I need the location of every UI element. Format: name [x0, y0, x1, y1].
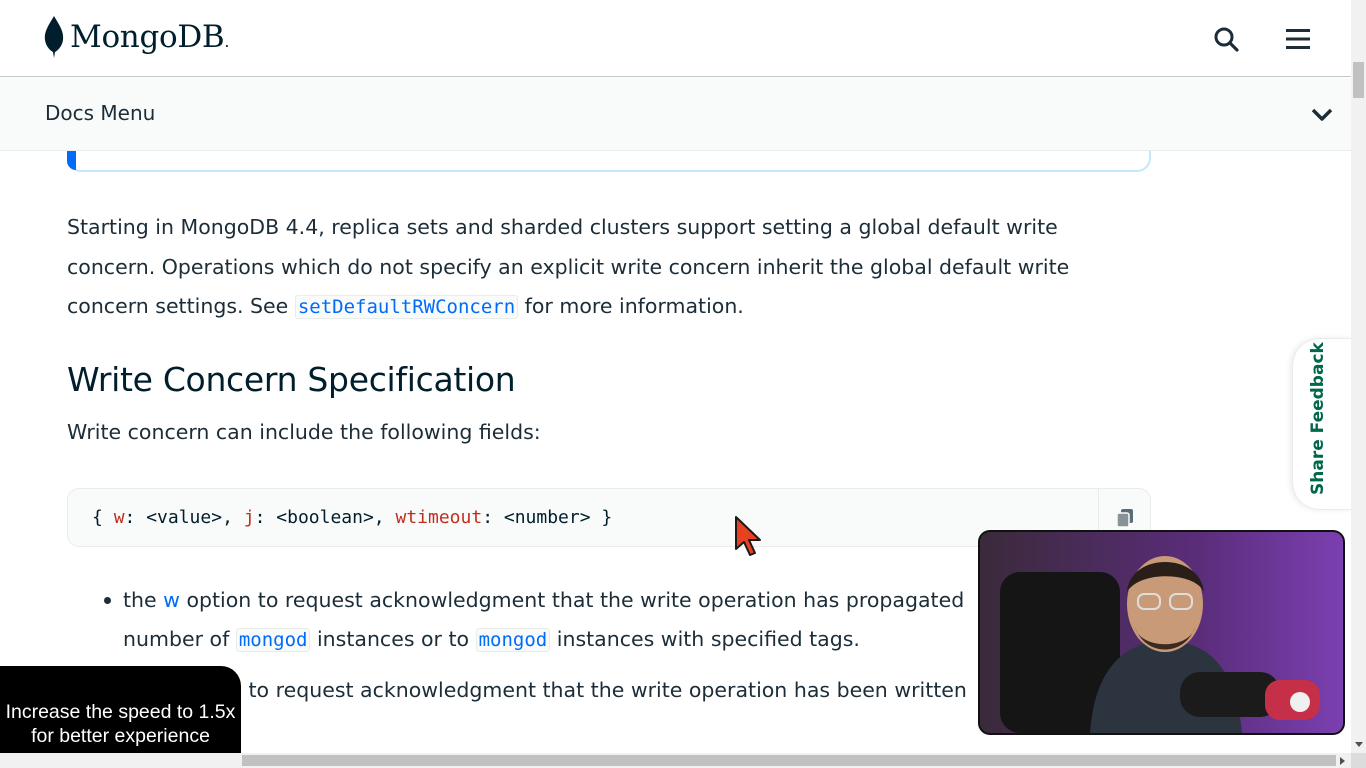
copy-icon[interactable]	[1114, 507, 1136, 529]
scroll-down-arrow-icon[interactable]	[1355, 742, 1363, 748]
list-item: the w option to request acknowledgment t…	[104, 581, 1004, 660]
share-feedback-label: Share Feedback	[1308, 342, 1328, 495]
horizontal-scrollbar[interactable]	[0, 753, 1351, 768]
docs-menu-label: Docs Menu	[45, 101, 156, 125]
scroll-right-arrow-icon[interactable]	[1340, 757, 1346, 765]
mouse-cursor-icon	[735, 516, 761, 556]
mongodb-logo[interactable]: MongoDB.	[44, 16, 230, 58]
callout-accent-bar	[67, 151, 76, 170]
presenter-video-frame	[980, 532, 1343, 733]
logo-wordmark: MongoDB.	[70, 19, 230, 55]
mongod-link[interactable]: mongod	[235, 628, 311, 652]
bullet-dot	[104, 597, 111, 604]
hamburger-menu-icon[interactable]	[1284, 25, 1312, 53]
vertical-scroll-thumb[interactable]	[1353, 62, 1364, 98]
mongod-link[interactable]: mongod	[475, 628, 551, 652]
docs-menu-bar[interactable]: Docs Menu	[0, 78, 1351, 151]
w-option-link[interactable]: w	[163, 588, 180, 612]
mongodb-leaf-icon	[44, 16, 64, 58]
share-feedback-tab[interactable]: Share Feedback	[1292, 338, 1352, 510]
horizontal-scroll-thumb[interactable]	[242, 755, 1336, 766]
code-text: { w: <value>, j: <boolean>, wtimeout: <n…	[92, 507, 613, 528]
webcam-overlay	[978, 530, 1345, 735]
fields-list: the w option to request acknowledgment t…	[104, 581, 1004, 741]
setdefaultrwconcern-link[interactable]: setDefaultRWConcern	[294, 295, 519, 319]
search-icon[interactable]	[1212, 25, 1240, 53]
chevron-down-icon[interactable]	[1311, 106, 1333, 122]
callout-box-bottom	[67, 151, 1151, 172]
fields-intro-text: Write concern can include the following …	[67, 420, 541, 444]
scrollbar-corner	[1351, 753, 1366, 768]
intro-paragraph: Starting in MongoDB 4.4, replica sets an…	[67, 215, 1070, 319]
vertical-scrollbar[interactable]	[1351, 0, 1366, 753]
speed-hint-text: Increase the speed to 1.5x for better exp…	[5, 701, 236, 747]
site-header: MongoDB.	[0, 0, 1351, 77]
section-heading: Write Concern Specification	[67, 360, 516, 399]
